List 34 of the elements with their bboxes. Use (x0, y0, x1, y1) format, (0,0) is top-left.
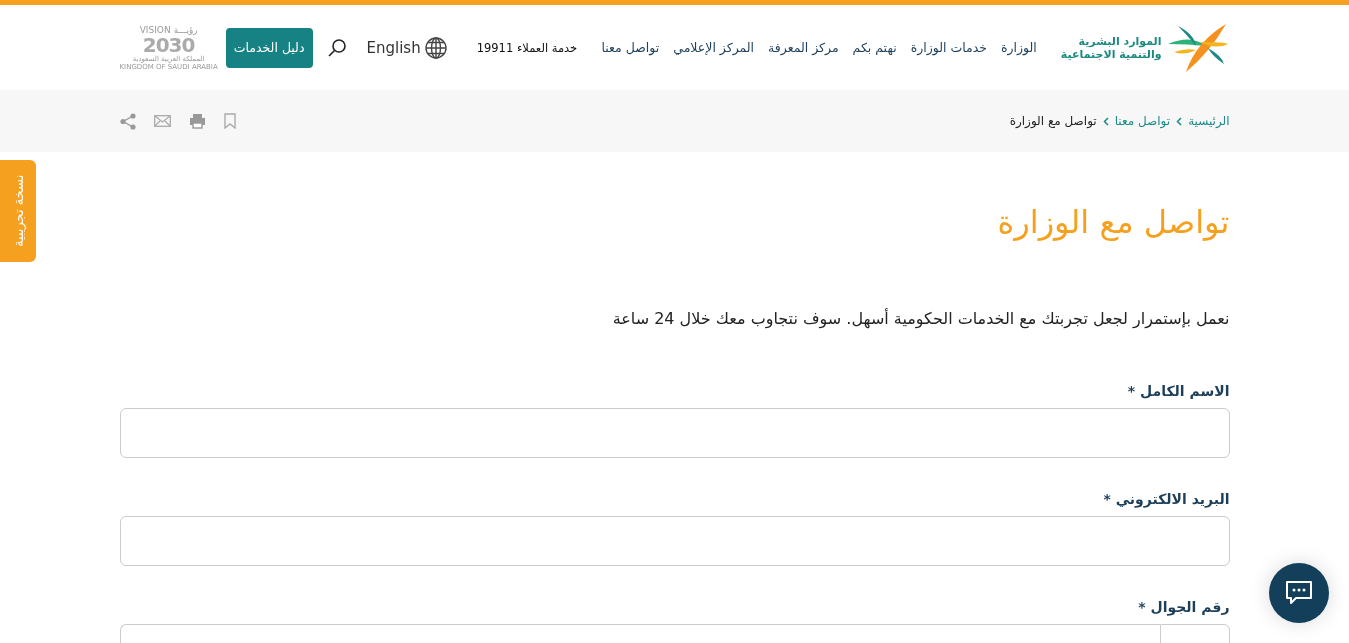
chevron-icon (1102, 116, 1109, 126)
services-guide-button[interactable]: دليل الخدمات (225, 27, 313, 68)
nav-link[interactable]: تواصل معنا (601, 40, 660, 55)
field-label: الاسم الكامل * (1126, 382, 1230, 400)
field-label: رقم الجوال * (1137, 598, 1230, 616)
page-title: تواصل مع الوزارة (996, 202, 1230, 242)
customer-service-number: خدمة العملاء 19911 (476, 40, 578, 55)
print-icon[interactable] (188, 113, 206, 129)
logo-text: الموارد البشرية (1077, 34, 1162, 48)
logo-text: VISION (139, 24, 171, 35)
share-icon[interactable] (119, 112, 136, 130)
mail-icon[interactable] (153, 115, 171, 127)
nav-link[interactable]: مركز المعرفة (768, 40, 839, 55)
nav-link[interactable]: نهتم بكم (852, 40, 897, 55)
breadcrumb-current: تواصل مع الوزارة (1009, 114, 1097, 128)
chat-button[interactable] (1269, 563, 1329, 623)
logo-text: رؤيـــة (173, 24, 198, 35)
chat-icon (1285, 580, 1313, 606)
logo-text: والتنمية الاجتماعية (1060, 47, 1162, 61)
chevron-icon (1176, 116, 1183, 126)
input-field[interactable] (119, 408, 1230, 458)
nav-link[interactable]: خدمات الوزارة (910, 40, 987, 55)
breadcrumb-link[interactable]: الرئيسية (1188, 114, 1230, 128)
nav-link[interactable]: الوزارة (1001, 40, 1037, 55)
globe-icon (424, 36, 447, 59)
search-icon[interactable] (326, 37, 347, 58)
field-label: البريد الالكتروني * (1102, 490, 1230, 508)
input-field[interactable] (119, 516, 1230, 566)
intro-text: نعمل بإستمرار لجعل تجربتك مع الخدمات الحكومية أسهل. سوف نتجاوب معك خلال 24 ساعة (611, 308, 1230, 330)
logo-text: 2030 (142, 34, 195, 55)
nav-link[interactable]: المركز الإعلامي (673, 40, 755, 55)
language-link[interactable]: English (366, 36, 447, 59)
bookmark-icon[interactable] (223, 113, 236, 129)
breadcrumb-link[interactable]: تواصل معنا (1114, 114, 1171, 128)
